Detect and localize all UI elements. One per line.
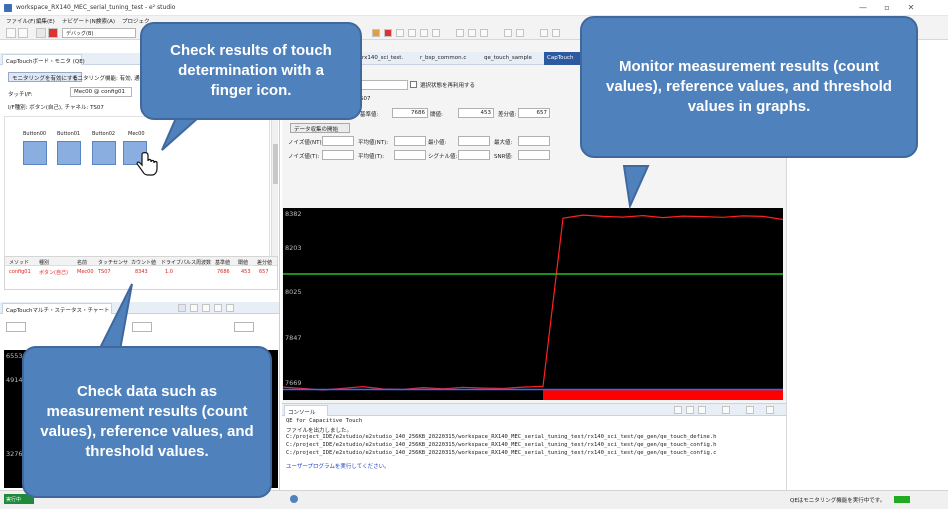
callout-data: Check data such as measurement results (… xyxy=(22,346,272,498)
callout-graph: Monitor measurement results (count value… xyxy=(580,16,918,158)
callout-pointer-finger xyxy=(161,117,201,151)
callout-finger: Check results of touch determination wit… xyxy=(140,22,362,120)
callout-pointer-graph xyxy=(622,165,650,210)
